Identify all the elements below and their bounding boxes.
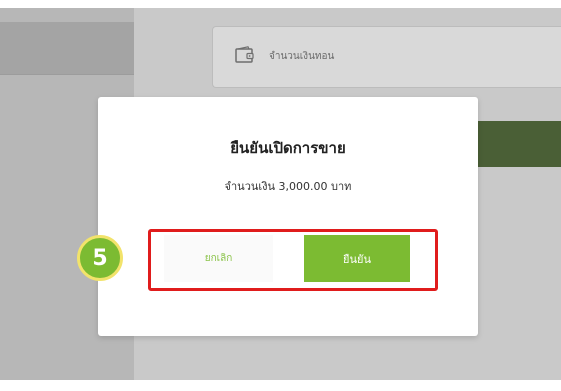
dialog-title: ยืนยันเปิดการขาย <box>230 139 346 157</box>
change-amount-card: จำนวนเงินทอน <box>212 26 561 88</box>
change-amount-label: จำนวนเงินทอน <box>269 51 335 62</box>
screenshot-frame: จำนวนเงินทอน ยืนยันเปิดการขาย จำนวนเงิน … <box>0 0 561 391</box>
highlight-annotation <box>148 229 438 291</box>
background-sidebar-header <box>0 22 134 74</box>
dialog-amount: จำนวนเงิน 3,000.00 บาท <box>224 180 352 193</box>
background-divider <box>0 74 134 75</box>
confirm-dialog: ยืนยันเปิดการขาย จำนวนเงิน 3,000.00 บาท … <box>98 97 478 336</box>
wallet-icon <box>235 46 255 64</box>
step-number-badge: 5 <box>77 235 123 281</box>
background-green-button <box>478 121 561 167</box>
